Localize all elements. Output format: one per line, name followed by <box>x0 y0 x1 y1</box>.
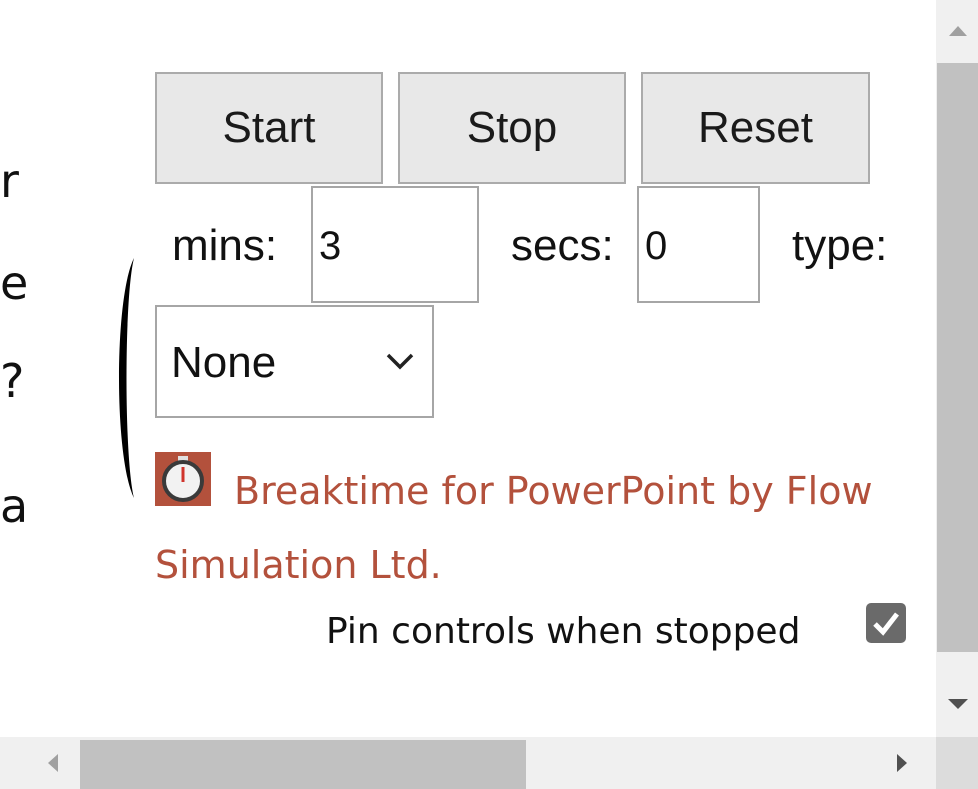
reset-button[interactable]: Reset <box>641 72 870 184</box>
stopwatch-icon <box>155 452 211 506</box>
mins-label: mins: <box>172 221 278 270</box>
pin-controls-label: Pin controls when stopped <box>326 611 801 652</box>
breaktime-link-line1[interactable]: Breaktime for PowerPoint by Flow <box>234 472 873 510</box>
mins-input[interactable]: 3 <box>311 186 479 303</box>
type-select-value: None <box>171 338 277 387</box>
type-label: type: <box>792 221 888 270</box>
background-text-fragment: e <box>0 256 29 310</box>
scroll-up-arrow-icon[interactable] <box>949 26 967 36</box>
scrollbar-corner <box>936 737 978 789</box>
check-icon <box>873 612 899 636</box>
chevron-down-icon <box>386 353 414 370</box>
background-text-fragment: ? <box>0 354 25 408</box>
horizontal-scrollbar-thumb[interactable] <box>80 740 526 789</box>
breaktime-link-line2[interactable]: Simulation Ltd. <box>155 546 442 584</box>
pin-controls-checkbox[interactable] <box>866 603 906 643</box>
scroll-right-arrow-icon[interactable] <box>897 754 907 772</box>
scroll-down-arrow-icon[interactable] <box>948 699 968 709</box>
secs-label: secs: <box>511 221 614 270</box>
stop-button[interactable]: Stop <box>398 72 626 184</box>
breaktime-taskpane: r e ? a Start Stop Reset mins: 3 secs: 0… <box>0 0 978 789</box>
background-text-fragment: r <box>0 154 19 208</box>
start-button[interactable]: Start <box>155 72 383 184</box>
scroll-left-arrow-icon[interactable] <box>48 754 58 772</box>
bracket-shape <box>119 258 134 498</box>
secs-input[interactable]: 0 <box>637 186 760 303</box>
background-text-fragment: a <box>0 479 29 533</box>
type-select[interactable]: None <box>155 305 434 418</box>
vertical-scrollbar-thumb[interactable] <box>937 63 978 652</box>
